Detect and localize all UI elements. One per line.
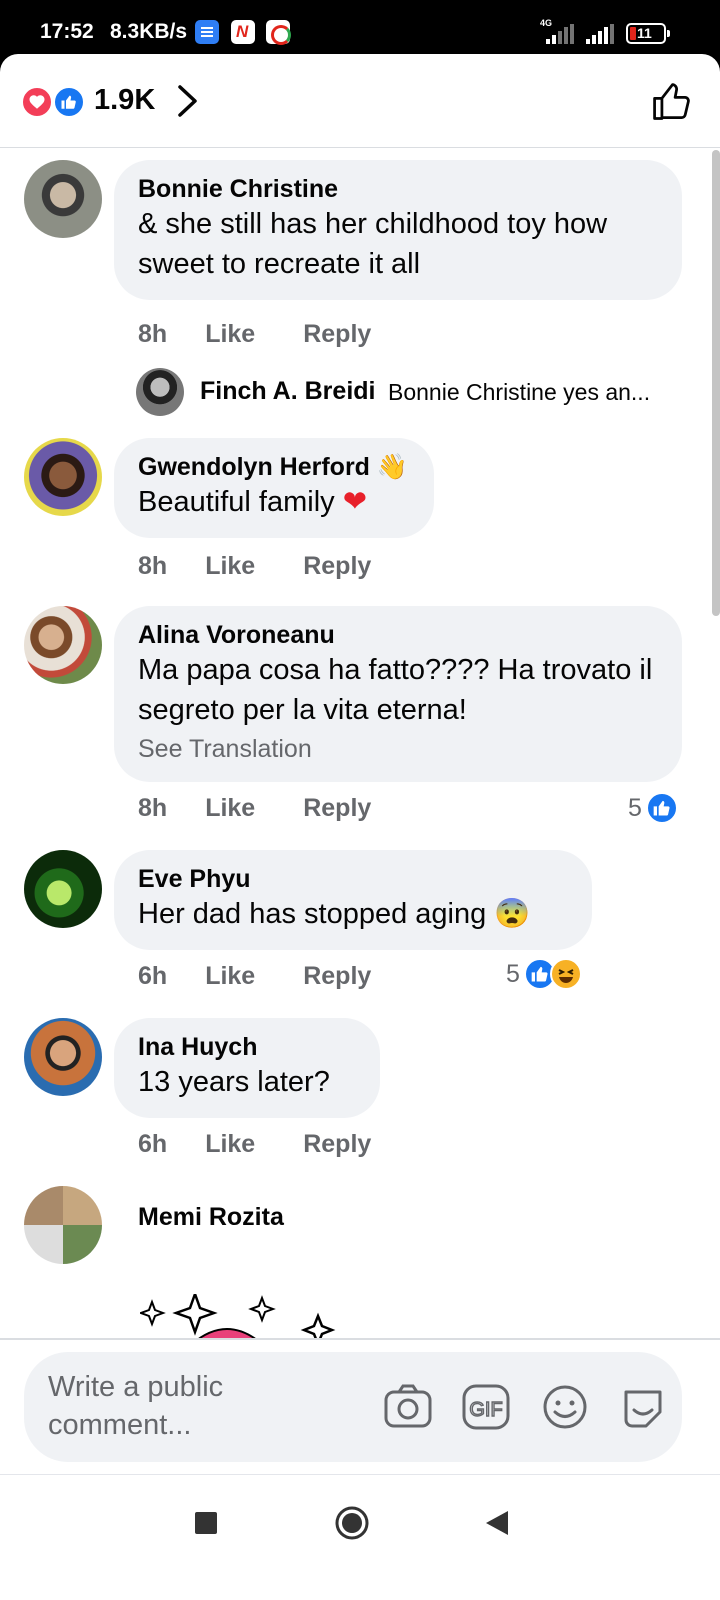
- reply-button[interactable]: Reply: [303, 794, 371, 823]
- signal-icon: [586, 24, 614, 44]
- comment-time: 6h: [138, 962, 168, 990]
- emoji-icon[interactable]: [542, 1384, 588, 1435]
- status-time: 17:52: [40, 20, 94, 43]
- comment-reaction-count: 5: [506, 959, 520, 988]
- comment-bubble[interactable]: Ina Huych 13 years later?: [114, 1018, 380, 1118]
- avatar[interactable]: [24, 850, 102, 928]
- like-comment-button[interactable]: Like: [205, 962, 255, 991]
- comment-text-body: Her dad has stopped aging: [138, 898, 487, 930]
- comment-author-name: Gwendolyn Herford: [138, 453, 370, 481]
- comment-bubble[interactable]: Eve Phyu Her dad has stopped aging 😨: [114, 850, 592, 950]
- comment-actions: 8h Like Reply: [138, 794, 419, 823]
- avatar[interactable]: [24, 606, 102, 684]
- comment-text: 13 years later?: [138, 1066, 330, 1098]
- like-comment-button[interactable]: Like: [205, 320, 255, 349]
- comment-author[interactable]: Gwendolyn Herford 👋: [138, 452, 410, 482]
- comment-composer: Write a public comment... GIF: [0, 1340, 720, 1474]
- recent-apps-button[interactable]: [194, 1511, 218, 1540]
- messages-notification-icon: [195, 20, 219, 44]
- comment-text: Her dad has stopped aging 😨: [138, 894, 568, 934]
- avatar[interactable]: [24, 160, 102, 238]
- haha-icon: [549, 958, 582, 990]
- reply-button[interactable]: Reply: [303, 962, 371, 991]
- comment-actions: 6h Like Reply: [138, 962, 419, 991]
- comment-reactions[interactable]: 5: [506, 958, 582, 990]
- home-button[interactable]: [334, 1505, 370, 1546]
- comment-input-field[interactable]: Write a public comment... GIF: [24, 1352, 682, 1462]
- like-icon: [645, 792, 678, 824]
- comment-author[interactable]: Memi Rozita: [138, 1202, 284, 1232]
- see-translation-link[interactable]: See Translation: [138, 734, 658, 764]
- reply-avatar: [136, 368, 184, 416]
- like-post-button[interactable]: [650, 80, 694, 129]
- comment-author[interactable]: Ina Huych: [138, 1032, 356, 1062]
- like-comment-button[interactable]: Like: [205, 552, 255, 581]
- comment-text: & she still has her childhood toy how sw…: [138, 208, 608, 280]
- comment-author[interactable]: Alina Voroneanu: [138, 620, 658, 650]
- red-heart-emoji: ❤: [342, 486, 368, 518]
- comment-time: 6h: [138, 1130, 168, 1158]
- comment-reactions[interactable]: 5: [628, 792, 678, 824]
- comment-reaction-count: 5: [628, 793, 642, 822]
- comment-bubble[interactable]: Alina Voroneanu Ma papa cosa ha fatto???…: [114, 606, 682, 782]
- battery-icon: 11: [626, 23, 670, 44]
- reply-button[interactable]: Reply: [303, 320, 371, 349]
- back-button[interactable]: [484, 1509, 510, 1542]
- waving-hand-emoji: 👋: [376, 453, 409, 481]
- status-bar: 17:52 8.3KB/s 4G 11: [0, 0, 720, 56]
- reply-button[interactable]: Reply: [303, 1130, 371, 1159]
- comment-author[interactable]: Bonnie Christine: [138, 174, 658, 204]
- reply-button[interactable]: Reply: [303, 552, 371, 581]
- svg-text:GIF: GIF: [469, 1399, 502, 1421]
- reply-preview[interactable]: Finch A. Breidi Bonnie Christine yes an.…: [136, 368, 696, 416]
- reply-author: Finch A. Breidi: [200, 377, 376, 405]
- comment-actions: 6h Like Reply: [138, 1130, 419, 1159]
- comment-actions: 8h Like Reply: [138, 552, 419, 581]
- comment-bubble[interactable]: Gwendolyn Herford 👋 Beautiful family ❤: [114, 438, 434, 538]
- reactions-summary[interactable]: 1.9K: [0, 54, 720, 148]
- comment-actions: 8h Like Reply: [138, 320, 419, 349]
- like-comment-button[interactable]: Like: [205, 794, 255, 823]
- system-navigation-bar: [0, 1474, 720, 1600]
- avatar[interactable]: [24, 438, 102, 516]
- comment-input-placeholder: Write a public comment...: [48, 1371, 224, 1441]
- comment-time: 8h: [138, 552, 168, 580]
- battery-level: 11: [637, 25, 652, 41]
- comment-bubble[interactable]: Bonnie Christine & she still has her chi…: [114, 160, 682, 300]
- comment-time: 8h: [138, 794, 168, 822]
- love-icon: [21, 86, 53, 118]
- comments-sheet: 1.9K Bonnie Christine & she still has he…: [0, 54, 720, 1474]
- avatar[interactable]: [24, 1018, 102, 1096]
- news-notification-icon: [231, 20, 255, 44]
- scrollbar[interactable]: [712, 150, 720, 616]
- fearful-face-emoji: 😨: [494, 898, 531, 930]
- chevron-right-icon[interactable]: [177, 84, 199, 123]
- comment-text: Beautiful family ❤: [138, 482, 410, 522]
- sticker-icon[interactable]: [620, 1384, 666, 1435]
- comment-text: Ma papa cosa ha fatto???? Ha trovato il …: [138, 654, 653, 726]
- signal-icon: [546, 24, 574, 44]
- comment-time: 8h: [138, 320, 168, 348]
- camera-icon[interactable]: [384, 1384, 432, 1435]
- comment-text-body: Beautiful family: [138, 486, 335, 518]
- status-network-speed: 8.3KB/s: [110, 20, 188, 43]
- comment-author[interactable]: Eve Phyu: [138, 864, 568, 894]
- reply-text: Bonnie Christine yes an...: [388, 379, 651, 405]
- like-comment-button[interactable]: Like: [205, 1130, 255, 1159]
- avatar[interactable]: [24, 1186, 102, 1264]
- gif-icon[interactable]: GIF: [462, 1384, 510, 1435]
- reaction-count: 1.9K: [94, 84, 156, 116]
- like-icon: [53, 86, 85, 118]
- app-notification-icon: [266, 20, 291, 45]
